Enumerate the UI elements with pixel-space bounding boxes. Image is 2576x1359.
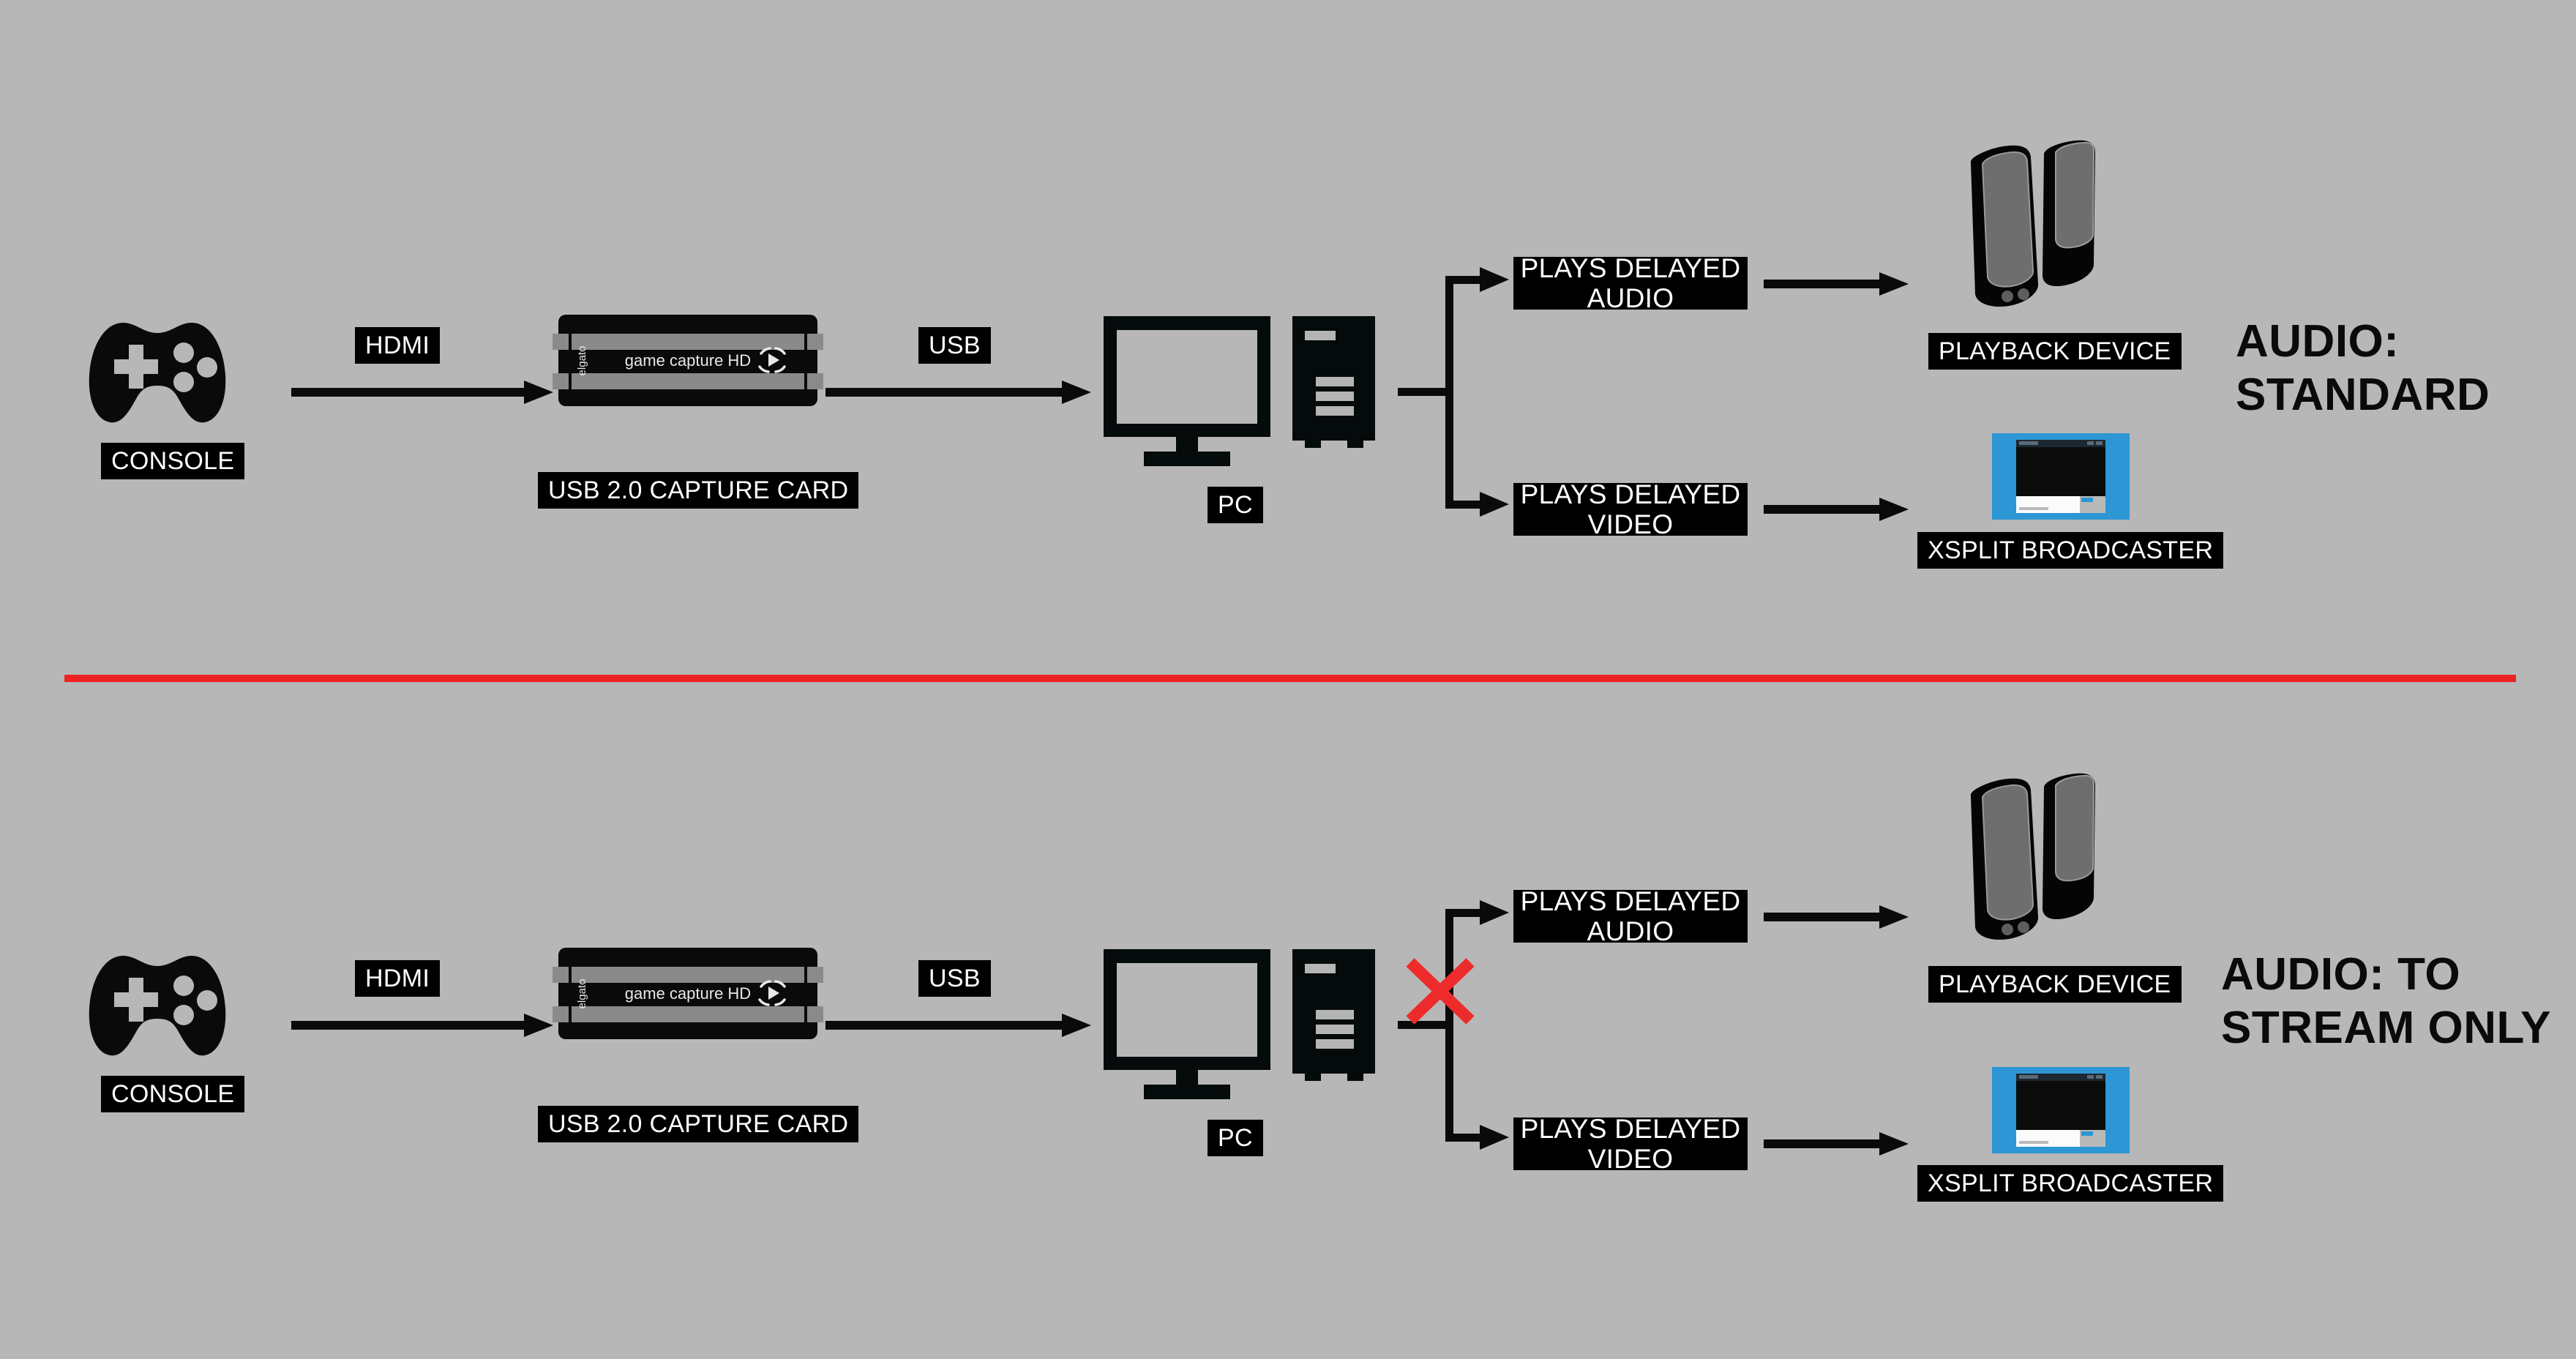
xsplit-label-bottom: XSPLIT BROADCASTER (1917, 1165, 2224, 1202)
svg-text:elgato: elgato (576, 979, 588, 1009)
pc-label-top: PC (1208, 487, 1263, 524)
arrow-video-to-xsplit-top (1764, 496, 1910, 523)
playback-device-label-bottom: PLAYBACK DEVICE (1928, 966, 2182, 1003)
capture-card-label-bottom: USB 2.0 CAPTURE CARD (538, 1106, 859, 1143)
plays-delayed-audio-box-bottom: PLAYS DELAYED AUDIO (1513, 886, 1748, 946)
console-label-bottom: CONSOLE (101, 1076, 245, 1113)
branch-connector-bottom (1398, 886, 1526, 1167)
speakers-icon-top (1950, 132, 2108, 322)
arrow-console-to-card-top (291, 379, 555, 405)
plays-delayed-video-box-bottom: PLAYS DELAYED VIDEO (1513, 1114, 1748, 1174)
svg-text:game capture HD: game capture HD (625, 351, 751, 370)
branch-connector-top (1398, 252, 1526, 534)
arrow-video-to-xsplit-bottom (1764, 1131, 1910, 1157)
pc-label-bottom: PC (1208, 1120, 1263, 1157)
capture-card-label-top: USB 2.0 CAPTURE CARD (538, 472, 859, 509)
section-title-standard: AUDIO: STANDARD (2236, 316, 2490, 421)
section-title-stream-only: AUDIO: TO STREAM ONLY (2221, 949, 2552, 1054)
section-divider (64, 675, 2516, 682)
console-icon-top (88, 318, 227, 428)
hdmi-label-top: HDMI (355, 327, 441, 364)
speakers-icon-bottom (1950, 765, 2108, 955)
xsplit-thumbnail-top (1992, 433, 2130, 520)
arrow-console-to-card-bottom (291, 1012, 555, 1038)
arrow-card-to-pc-top (825, 379, 1093, 405)
console-label-top: CONSOLE (101, 443, 245, 480)
usb-label-top: USB (918, 327, 991, 364)
plays-delayed-video-box-top: PLAYS DELAYED VIDEO (1513, 479, 1748, 539)
xsplit-label-top: XSPLIT BROADCASTER (1917, 532, 2224, 569)
pc-icon-top (1104, 316, 1382, 466)
pc-icon-bottom (1104, 949, 1382, 1099)
arrow-card-to-pc-bottom (825, 1012, 1093, 1038)
diagram-canvas: CONSOLE HDMI elgato game capture HD USB … (0, 0, 2576, 1359)
arrow-audio-to-playback-top (1764, 271, 1910, 297)
usb-label-bottom: USB (918, 960, 991, 997)
hdmi-label-bottom: HDMI (355, 960, 441, 997)
svg-text:game capture HD: game capture HD (625, 984, 751, 1003)
console-icon-bottom (88, 951, 227, 1061)
svg-text:elgato: elgato (576, 346, 588, 376)
plays-delayed-audio-box-top: PLAYS DELAYED AUDIO (1513, 253, 1748, 313)
playback-device-label-top: PLAYBACK DEVICE (1928, 333, 2182, 370)
red-x-icon (1404, 956, 1477, 1026)
xsplit-thumbnail-bottom (1992, 1067, 2130, 1153)
capture-card-bottom: elgato game capture HD (553, 948, 823, 1039)
capture-card-top: elgato game capture HD (553, 315, 823, 406)
arrow-audio-to-playback-bottom (1764, 904, 1910, 930)
